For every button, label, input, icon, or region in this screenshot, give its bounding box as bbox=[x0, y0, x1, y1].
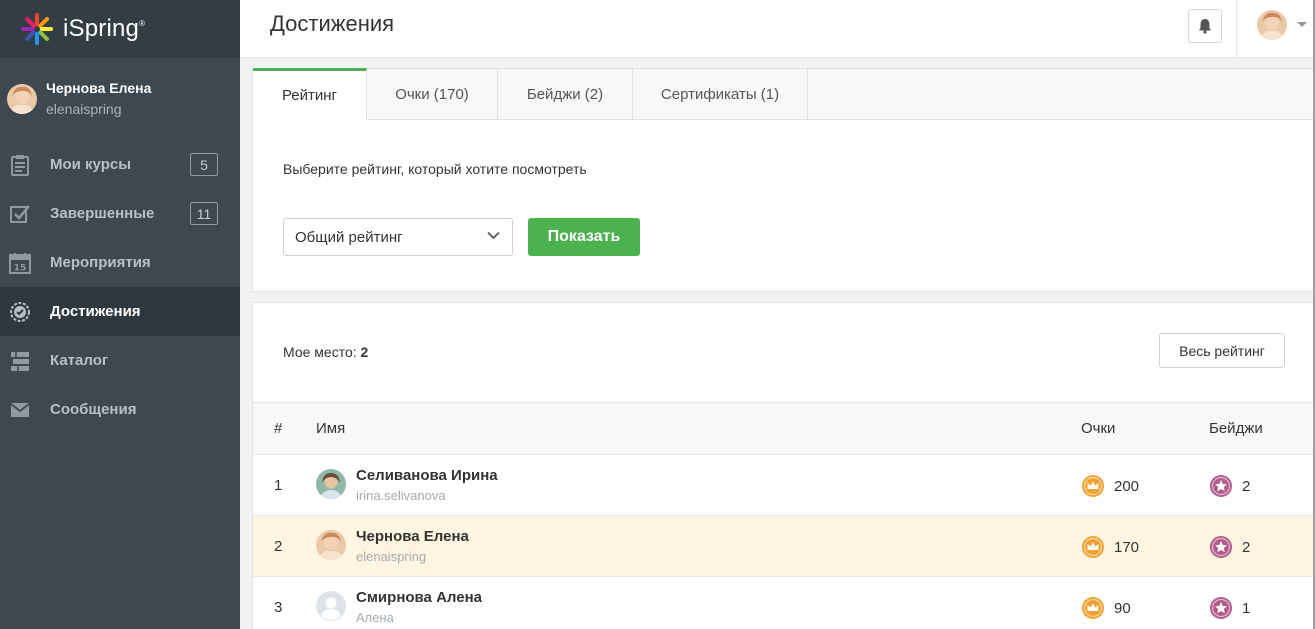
user-avatar-icon bbox=[316, 530, 346, 560]
profile-login: elenaispring bbox=[46, 100, 122, 117]
row-login: irina.selivanova bbox=[356, 488, 446, 503]
tab-points[interactable]: Очки (170) bbox=[367, 69, 498, 120]
my-place-label: Мое место: bbox=[283, 344, 357, 360]
sidebar-item-label: Мои курсы bbox=[50, 156, 132, 173]
user-avatar-icon bbox=[316, 469, 346, 499]
ispring-logo-icon bbox=[21, 13, 53, 45]
star-badge-icon bbox=[1210, 475, 1232, 497]
svg-text:15: 15 bbox=[14, 263, 27, 273]
header-avatar[interactable] bbox=[1257, 10, 1287, 40]
books-icon bbox=[9, 350, 31, 372]
caret-down-icon[interactable] bbox=[1297, 22, 1307, 27]
notifications-button[interactable] bbox=[1188, 9, 1222, 43]
select-value: Общий рейтинг bbox=[295, 228, 403, 246]
sidebar-item-label: Завершенные bbox=[50, 205, 155, 222]
tabs: Рейтинг Очки (170) Бейджи (2) Сертификат… bbox=[253, 68, 1315, 120]
sidebar-profile[interactable]: Чернова Елена elenaispring bbox=[0, 58, 240, 140]
count-badge: 5 bbox=[190, 153, 218, 176]
sidebar-item-messages[interactable]: Сообщения bbox=[0, 385, 240, 434]
rating-select[interactable]: Общий рейтинг bbox=[283, 218, 513, 256]
avatar[interactable] bbox=[316, 591, 346, 621]
sidebar-item-label: Мероприятия bbox=[50, 254, 151, 271]
row-rank: 3 bbox=[274, 599, 283, 616]
envelope-icon bbox=[9, 399, 31, 421]
row-name[interactable]: Чернова Елена bbox=[356, 528, 469, 545]
sidebar-item-label: Сообщения bbox=[50, 401, 137, 418]
rating-selector-card: Рейтинг Очки (170) Бейджи (2) Сертификат… bbox=[252, 68, 1315, 292]
row-name[interactable]: Селиванова Ирина bbox=[356, 467, 498, 484]
row-rank: 1 bbox=[274, 477, 283, 494]
my-place-value: 2 bbox=[360, 344, 369, 360]
show-button[interactable]: Показать bbox=[528, 218, 640, 256]
user-avatar-icon bbox=[7, 84, 37, 114]
star-badge-icon bbox=[1210, 536, 1232, 558]
sidebar-item-events[interactable]: 15 Мероприятия bbox=[0, 238, 240, 287]
table-row-current-user: 2 Чернова Елена elenaispring 170 2 bbox=[253, 516, 1315, 577]
column-header-points: Очки bbox=[1081, 420, 1116, 437]
crown-coin-icon bbox=[1082, 597, 1104, 619]
row-badges: 2 bbox=[1209, 535, 1250, 559]
checkbox-icon bbox=[9, 203, 31, 225]
logo[interactable]: iSpring® bbox=[0, 0, 240, 58]
column-header-badges: Бейджи bbox=[1209, 420, 1263, 437]
sidebar-item-catalog[interactable]: Каталог bbox=[0, 336, 240, 385]
row-login: Алена bbox=[356, 610, 394, 625]
row-badges: 1 bbox=[1209, 596, 1250, 620]
brand-name: iSpring® bbox=[63, 15, 146, 42]
tab-badges[interactable]: Бейджи (2) bbox=[498, 69, 633, 120]
points-value: 90 bbox=[1114, 599, 1131, 617]
list-icon bbox=[9, 154, 31, 176]
leaderboard-card: Мое место: 2 Весь рейтинг # Имя Очки Бей… bbox=[252, 302, 1315, 629]
row-name[interactable]: Смирнова Алена bbox=[356, 589, 482, 606]
avatar bbox=[7, 84, 37, 114]
top-header: Достижения bbox=[240, 0, 1315, 58]
calendar-icon: 15 bbox=[9, 252, 31, 274]
page-title: Достижения bbox=[270, 11, 395, 36]
row-points: 90 bbox=[1081, 596, 1131, 620]
sidebar-item-label: Каталог bbox=[50, 352, 109, 369]
row-login: elenaispring bbox=[356, 549, 427, 564]
row-points: 200 bbox=[1081, 474, 1139, 498]
row-badges: 2 bbox=[1209, 474, 1250, 498]
profile-name: Чернова Елена bbox=[46, 79, 152, 96]
sidebar-item-label: Достижения bbox=[50, 303, 141, 320]
full-rating-button[interactable]: Весь рейтинг bbox=[1159, 333, 1285, 368]
tab-rating[interactable]: Рейтинг bbox=[253, 68, 367, 120]
points-value: 200 bbox=[1114, 477, 1140, 495]
my-place: Мое место: 2 bbox=[283, 344, 368, 360]
crown-coin-icon bbox=[1082, 475, 1104, 497]
badges-value: 2 bbox=[1242, 538, 1251, 556]
avatar[interactable] bbox=[316, 530, 346, 560]
sidebar-item-achievements[interactable]: Достижения bbox=[0, 287, 240, 336]
bell-icon bbox=[1199, 19, 1211, 34]
sidebar-item-my-courses[interactable]: Мои курсы 5 bbox=[0, 140, 240, 189]
row-points: 170 bbox=[1081, 535, 1139, 559]
chevron-down-icon bbox=[487, 231, 500, 240]
points-value: 170 bbox=[1114, 538, 1140, 556]
header-divider bbox=[1236, 0, 1237, 58]
tab-certificates[interactable]: Сертификаты (1) bbox=[633, 69, 808, 120]
crown-coin-icon bbox=[1082, 536, 1104, 558]
badges-value: 1 bbox=[1242, 599, 1251, 617]
rating-prompt: Выберите рейтинг, который хотите посмотр… bbox=[283, 161, 587, 177]
user-avatar-icon bbox=[1257, 10, 1287, 40]
star-badge-icon bbox=[1210, 597, 1232, 619]
row-rank: 2 bbox=[274, 538, 283, 555]
table-header: # Имя Очки Бейджи bbox=[253, 402, 1315, 455]
badges-value: 2 bbox=[1242, 477, 1251, 495]
achievement-badge-icon bbox=[9, 301, 31, 323]
table-row: 1 Селиванова Ирина irina.selivanova 200 … bbox=[253, 455, 1315, 516]
sidebar: iSpring® Чернова Елена elenaispring Мои … bbox=[0, 0, 240, 629]
count-badge: 11 bbox=[190, 202, 218, 225]
column-header-num: # bbox=[274, 420, 283, 437]
avatar[interactable] bbox=[316, 469, 346, 499]
default-avatar-icon bbox=[316, 591, 346, 621]
table-row: 3 Смирнова Алена Алена 90 1 bbox=[253, 577, 1315, 629]
column-header-name: Имя bbox=[316, 420, 346, 437]
sidebar-item-completed[interactable]: Завершенные 11 bbox=[0, 189, 240, 238]
